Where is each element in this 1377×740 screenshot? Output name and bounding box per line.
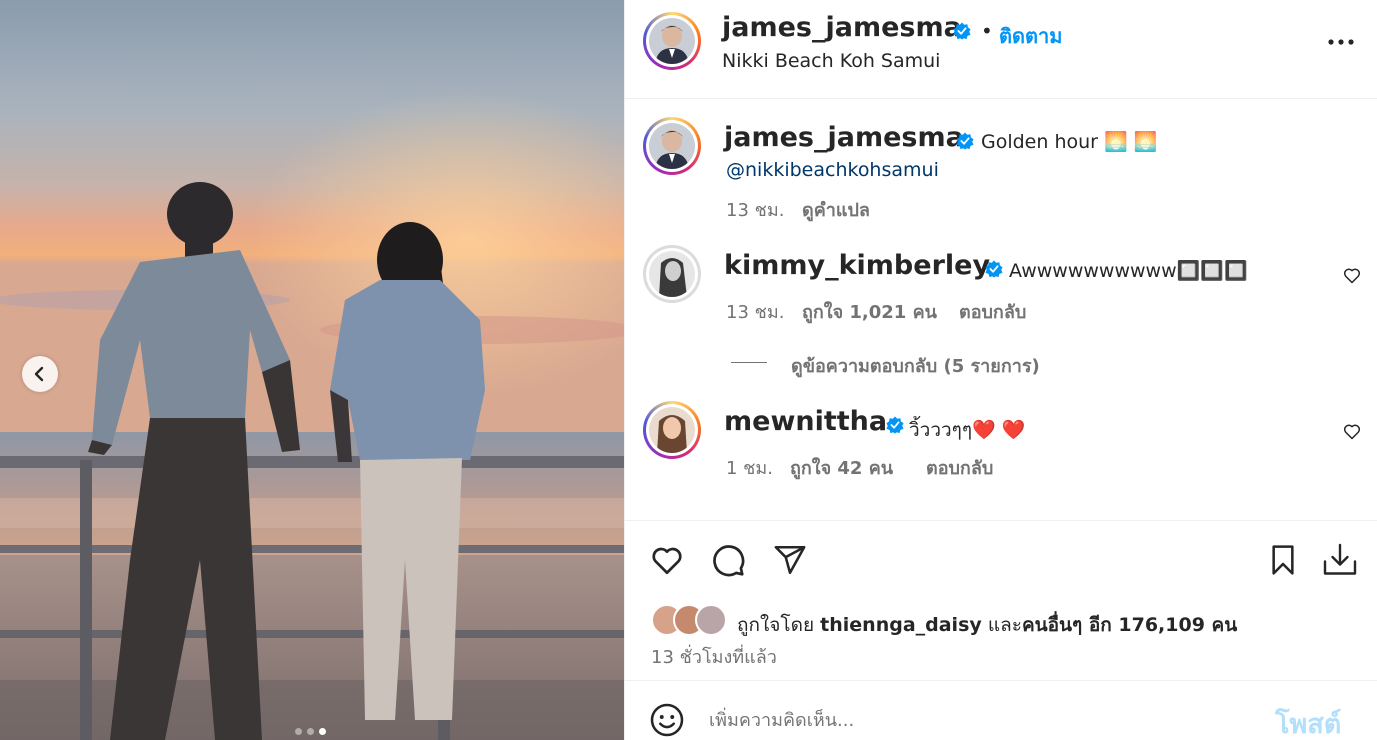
verified-badge-icon xyxy=(956,132,974,150)
download-icon xyxy=(1323,543,1357,575)
carousel-dot xyxy=(295,728,302,735)
comment-like-heart-icon[interactable] xyxy=(1342,421,1362,441)
share-button[interactable] xyxy=(770,540,810,580)
sunset-beach-photo xyxy=(0,0,624,740)
carousel-indicator xyxy=(295,728,326,735)
caption-username[interactable]: james_jamesma xyxy=(724,122,964,153)
view-replies-button[interactable]: ดูข้อความตอบกลับ (5 รายการ) xyxy=(791,351,1040,380)
replies-line xyxy=(731,362,767,363)
actions-divider xyxy=(625,520,1377,521)
post-photo[interactable] xyxy=(0,0,624,740)
header-divider xyxy=(625,98,1377,99)
location-link[interactable]: Nikki Beach Koh Samui xyxy=(722,50,940,72)
verified-badge-icon xyxy=(886,416,904,434)
comment-like-heart-icon[interactable] xyxy=(1342,265,1362,285)
likes-middle: และ xyxy=(987,614,1022,636)
comment-box-divider xyxy=(625,680,1377,681)
comment-icon xyxy=(713,545,745,577)
comment-time: 1 ชม. xyxy=(726,458,773,479)
likes-user-link[interactable]: thiennga_daisy xyxy=(820,614,982,636)
comment-likes-count[interactable]: ถูกใจ 42 คน xyxy=(790,453,893,482)
carousel-dot xyxy=(307,728,314,735)
comment-button[interactable] xyxy=(708,540,748,580)
more-options-button[interactable] xyxy=(1321,22,1361,62)
chevron-left-icon xyxy=(34,366,44,382)
more-horizontal-icon xyxy=(1328,39,1354,45)
caption-author-avatar[interactable] xyxy=(643,117,701,175)
author-username[interactable]: james_jamesma xyxy=(722,12,962,43)
comment-avatar[interactable] xyxy=(643,401,701,459)
see-translation-button[interactable]: ดูคำแปล xyxy=(802,195,870,224)
emoji-button[interactable] xyxy=(647,700,687,740)
caption-text: Golden hour 🌅 🌅 xyxy=(981,131,1158,153)
save-button[interactable] xyxy=(1263,540,1303,580)
verified-badge-icon xyxy=(985,260,1003,278)
carousel-dot-active xyxy=(319,728,326,735)
comment-avatar-image xyxy=(649,407,695,453)
comment-text: วิ้วววๆๆ❤️ ❤️ xyxy=(909,419,1026,441)
likes-prefix: ถูกใจโดย xyxy=(737,614,815,636)
previous-photo-button[interactable] xyxy=(22,356,58,392)
author-avatar-image xyxy=(649,18,695,64)
likes-summary: ถูกใจโดย thiennga_daisy และคนอื่นๆ อีก 1… xyxy=(737,610,1237,640)
post-details-panel: james_jamesma • ติดตาม Nikki Beach Koh S… xyxy=(624,0,1377,740)
follow-button[interactable]: ติดตาม xyxy=(999,20,1062,52)
comment-username[interactable]: kimmy_kimberley xyxy=(724,250,990,281)
comment-input[interactable] xyxy=(709,703,1269,737)
post-timestamp: 13 ชั่วโมงที่แล้ว xyxy=(651,647,777,668)
comment-time: 13 ชม. xyxy=(726,302,785,323)
comment-reply-button[interactable]: ตอบกลับ xyxy=(926,453,993,482)
comment-avatar[interactable] xyxy=(643,245,701,303)
caption-avatar-image xyxy=(649,123,695,169)
like-button[interactable] xyxy=(647,540,687,580)
heart-icon xyxy=(652,547,682,575)
header-separator: • xyxy=(981,19,993,43)
bookmark-icon xyxy=(1272,545,1294,575)
author-avatar[interactable] xyxy=(643,12,701,70)
caption-mention-link[interactable]: @nikkibeachkohsamui xyxy=(726,159,939,181)
comment-username[interactable]: mewnittha xyxy=(724,406,887,437)
likes-others-link[interactable]: คนอื่นๆ อีก 176,109 คน xyxy=(1022,614,1237,636)
download-button[interactable] xyxy=(1320,540,1360,580)
caption-time: 13 ชม. xyxy=(726,200,785,221)
comment-text: Awwwwwwwwww🔲🔲🔲 xyxy=(1009,260,1248,282)
comment-likes-count[interactable]: ถูกใจ 1,021 คน xyxy=(802,297,937,326)
post-comment-button[interactable]: โพสต์ xyxy=(1275,702,1341,740)
comment-reply-button[interactable]: ตอบกลับ xyxy=(959,297,1026,326)
send-icon xyxy=(774,545,806,575)
liker-avatars[interactable] xyxy=(651,604,729,638)
emoji-icon xyxy=(650,703,684,737)
liker-avatar xyxy=(695,604,727,636)
verified-badge-icon xyxy=(953,22,971,40)
comment-avatar-image xyxy=(649,251,695,297)
